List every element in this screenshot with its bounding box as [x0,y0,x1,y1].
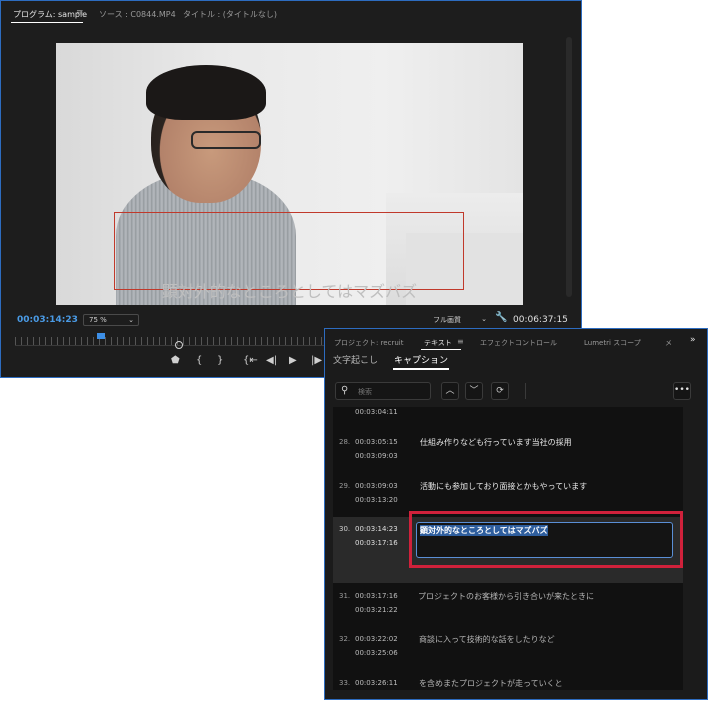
caption-text[interactable]: 商談に入って技術的な話をしたりなど [419,634,555,645]
subtab-transcript[interactable]: 文字起こし [333,353,378,366]
caption-text[interactable]: 活動にも参加しており面接とかもやっています [420,481,587,492]
caption-end-time[interactable]: 00:03:21:22 [355,606,398,614]
caption-start-time[interactable]: 00:03:14:23 [355,525,398,533]
mark-in-icon[interactable]: { [196,355,202,366]
chevron-down-icon: ⌄ [128,316,134,324]
caption-number: 29. [339,482,351,490]
caption-number: 32. [339,635,351,643]
search-icon: ⚲ [341,385,349,396]
refresh-icon: ⟳ [496,386,504,396]
caption-start-time[interactable]: 00:03:26:11 [355,679,398,687]
ellipsis-icon: ••• [674,385,690,395]
active-tab-underline [11,22,83,23]
caption-end-time[interactable]: 00:03:17:16 [355,539,398,547]
tab-title[interactable]: タイトル : (タイトルなし) [183,9,277,20]
caption-text[interactable]: を含めまたプロジェクトが走っていくと [419,678,563,689]
caption-end-time[interactable]: 00:03:13:20 [355,496,398,504]
active-tab-underline [421,349,461,350]
caption-number: 30. [339,525,351,533]
play-icon[interactable]: ▶ [289,355,297,366]
previous-result-button[interactable]: ︿ [441,382,459,400]
hamburger-icon[interactable]: ≡ [76,8,84,18]
mark-out-icon[interactable]: } [217,355,223,366]
caption-text[interactable]: プロジェクトのお客様から引き合いが来たときに [418,591,594,602]
caption-end-time: 00:03:04:11 [355,408,398,416]
highlight-annotation-box [409,511,683,568]
program-tab-bar: プログラム: sample ≡ ソース : C0844.MP4 タイトル : (… [1,1,581,27]
video-caption-text: 顕対外的なところとしてはマズバズ [161,282,418,301]
zoom-level-value: 75 % [89,316,107,324]
video-caption: 顕対外的なところとしてはマズバズ [56,278,523,302]
current-timecode[interactable]: 00:03:14:23 [17,315,78,325]
tab-text[interactable]: テキスト [424,338,452,348]
wrench-icon[interactable]: 🔧 [495,312,507,323]
playhead-marker[interactable] [97,333,105,339]
caption-number: 33. [339,679,351,687]
caption-end-time[interactable]: 00:03:09:03 [355,452,398,460]
step-back-icon[interactable]: ◀| [266,355,277,366]
chevron-up-icon: ︿ [445,386,455,396]
chevron-down-icon: ⌄ [481,315,487,323]
subtab-captions[interactable]: キャプション [394,353,448,366]
quality-select[interactable]: フル画質 ⌄ [433,314,489,326]
tab-metadata[interactable]: メ [665,338,672,348]
quality-value: フル画質 [433,316,461,324]
vertical-scrollbar[interactable] [566,37,572,297]
tab-source[interactable]: ソース : C0844.MP4 [99,9,176,20]
hamburger-icon[interactable]: ≡ [457,337,464,346]
active-subtab-underline [393,368,449,370]
step-forward-icon[interactable]: |▶ [311,355,322,366]
zoom-level-select[interactable]: 75 % ⌄ [83,314,139,326]
caption-number: 28. [339,438,351,446]
chevron-down-icon: ﹀ [469,386,479,396]
caption-end-time[interactable]: 00:03:25:06 [355,649,398,657]
caption-start-time[interactable]: 00:03:22:02 [355,635,398,643]
more-options-button[interactable]: ••• [673,382,691,400]
tab-effect-controls[interactable]: エフェクトコントロール [480,338,557,348]
tab-lumetri-scopes[interactable]: Lumetri スコープ [584,338,641,348]
total-duration: 00:06:37:15 [513,315,568,325]
overflow-tabs-icon[interactable]: » [690,335,696,345]
caption-start-time[interactable]: 00:03:05:15 [355,438,398,446]
caption-text[interactable]: 仕組み作りなども行っています当社の採用 [420,437,572,448]
program-monitor-panel: プログラム: sample ≡ ソース : C0844.MP4 タイトル : (… [0,0,582,378]
toolbar-divider [525,383,526,399]
caption-number: 31. [339,592,351,600]
replace-button[interactable]: ⟳ [491,382,509,400]
search-field[interactable]: ⚲ [335,382,431,400]
person-glasses [191,131,261,149]
caption-start-time[interactable]: 00:03:17:16 [355,592,398,600]
person-hair [146,65,266,120]
next-result-button[interactable]: ﹀ [465,382,483,400]
caption-start-time[interactable]: 00:03:09:03 [355,482,398,490]
go-to-in-icon[interactable]: {⇤ [243,355,258,366]
tab-project[interactable]: プロジェクト: recruit [334,338,403,348]
search-input[interactable] [358,387,424,397]
add-marker-icon[interactable]: ⬟ [171,355,180,366]
scrub-knob[interactable] [175,341,183,349]
